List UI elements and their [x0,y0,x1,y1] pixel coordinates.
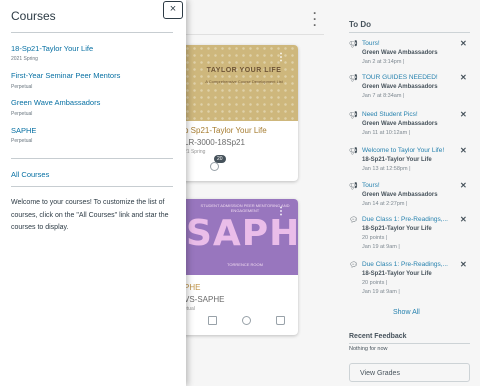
course-term: 2021 Spring [11,56,38,62]
close-icon: × [169,3,177,15]
tray-divider [11,32,173,33]
tray-divider [11,186,173,187]
course-link[interactable]: First-Year Seminar Peer Mentors [11,71,120,80]
course-term: Perpetual [11,138,33,144]
courses-tray: Courses × 18-Sp21-Taylor Your Life 2021 … [0,0,186,386]
course-link[interactable]: SAPHE [11,126,36,135]
tray-help-text: Welcome to your courses! To customize th… [11,199,169,231]
course-link[interactable]: 18-Sp21-Taylor Your Life [11,44,93,53]
course-term: Perpetual [11,84,33,90]
close-tray-button[interactable]: × [163,1,183,19]
course-term: Perpetual [11,111,33,117]
course-link[interactable]: Green Wave Ambassadors [11,98,100,107]
tray-divider [11,158,173,159]
all-courses-link[interactable]: All Courses [11,170,49,179]
tray-title: Courses [11,9,56,23]
